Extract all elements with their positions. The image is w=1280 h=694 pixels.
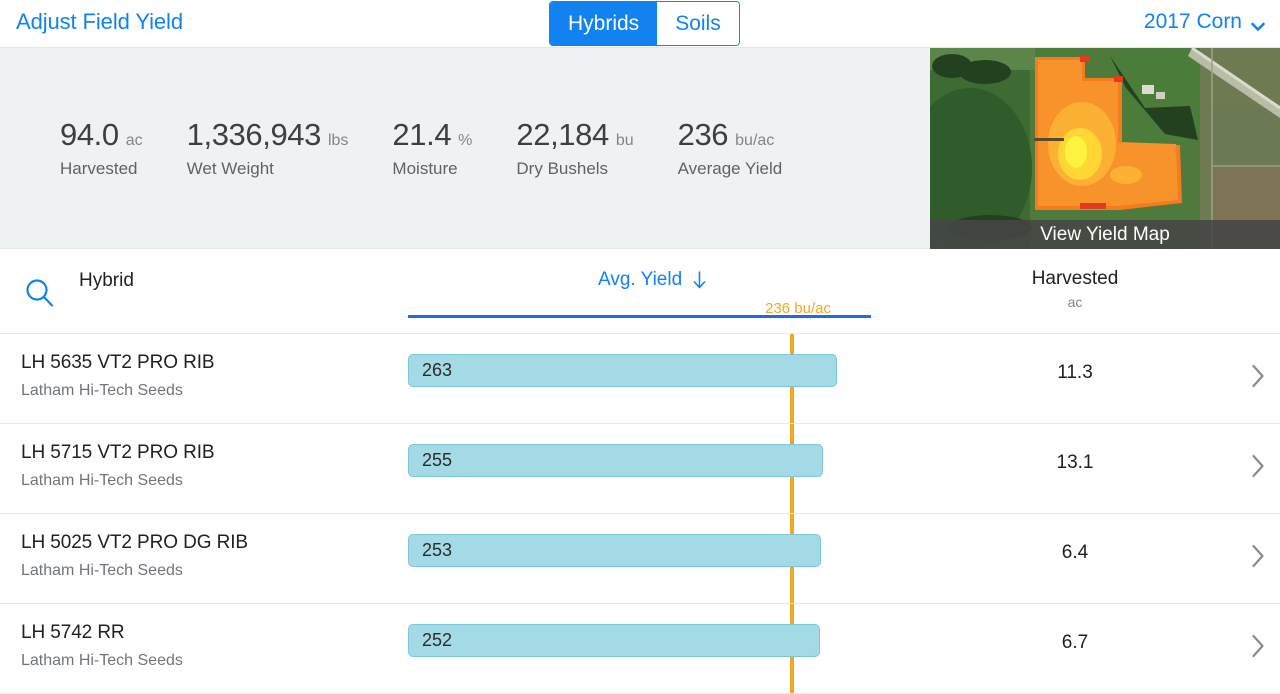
stat-harvested-label: Harvested bbox=[60, 159, 137, 179]
yield-axis-line bbox=[408, 315, 871, 318]
stat-dry-bushels-label: Dry Bushels bbox=[516, 159, 608, 179]
field-summary-panel: 94.0 ac Harvested 1,336,943 lbs Wet Weig… bbox=[0, 47, 1280, 249]
table-header: Hybrid Avg. Yield Harvested ac 236 bu/ac bbox=[0, 249, 1280, 334]
column-header-avg-yield-label: Avg. Yield bbox=[598, 269, 682, 291]
row-hybrid-info: LH 5742 RR Latham Hi-Tech Seeds bbox=[21, 622, 183, 670]
stat-wet-weight-value-row: 1,336,943 lbs bbox=[187, 117, 349, 153]
stat-dry-bushels-value-row: 22,184 bu bbox=[516, 117, 633, 153]
stat-harvested-value: 94.0 bbox=[60, 117, 119, 153]
row-hybrid-info: LH 5025 VT2 PRO DG RIB Latham Hi-Tech Se… bbox=[21, 532, 248, 580]
stat-moisture-label: Moisture bbox=[392, 159, 457, 179]
column-header-harvested: Harvested bbox=[975, 268, 1175, 290]
tab-hybrids[interactable]: Hybrids bbox=[550, 2, 657, 45]
stats-row: 94.0 ac Harvested 1,336,943 lbs Wet Weig… bbox=[0, 48, 935, 248]
stat-moisture: 21.4 % Moisture bbox=[392, 117, 472, 179]
row-yield-bar: 255 bbox=[408, 444, 823, 477]
row-yield-value: 255 bbox=[409, 450, 452, 471]
stat-moisture-value-row: 21.4 % bbox=[392, 117, 472, 153]
stat-dry-bushels-value: 22,184 bbox=[516, 117, 608, 153]
row-harvested-value: 6.4 bbox=[975, 542, 1175, 564]
stat-harvested-unit: ac bbox=[126, 132, 143, 150]
row-yield-value: 253 bbox=[409, 540, 452, 561]
table-row[interactable]: LH 5635 VT2 PRO RIB Latham Hi-Tech Seeds… bbox=[0, 334, 1280, 424]
row-hybrid-name: LH 5635 VT2 PRO RIB bbox=[21, 352, 214, 374]
stat-dry-bushels: 22,184 bu Dry Bushels bbox=[516, 117, 633, 179]
stat-average-yield-unit: bu/ac bbox=[735, 132, 774, 150]
row-hybrid-brand: Latham Hi-Tech Seeds bbox=[21, 652, 183, 670]
sort-descending-icon bbox=[692, 271, 707, 289]
stat-average-yield: 236 bu/ac Average Yield bbox=[678, 117, 783, 179]
column-header-harvested-unit: ac bbox=[975, 294, 1175, 310]
chevron-right-icon[interactable] bbox=[1251, 634, 1265, 658]
top-bar: Adjust Field Yield Hybrids Soils 2017 Co… bbox=[0, 0, 1280, 47]
row-harvested-value: 11.3 bbox=[975, 362, 1175, 384]
row-harvested-value: 13.1 bbox=[975, 452, 1175, 474]
page-title: Adjust Field Yield bbox=[16, 9, 183, 35]
row-hybrid-info: LH 5635 VT2 PRO RIB Latham Hi-Tech Seeds bbox=[21, 352, 214, 400]
chevron-right-icon[interactable] bbox=[1251, 364, 1265, 388]
view-mode-segmented-control[interactable]: Hybrids Soils bbox=[549, 1, 740, 46]
table-row[interactable]: LH 5025 VT2 PRO DG RIB Latham Hi-Tech Se… bbox=[0, 514, 1280, 604]
row-yield-bar: 253 bbox=[408, 534, 821, 567]
yield-map-thumbnail[interactable]: View Yield Map bbox=[930, 48, 1280, 250]
stat-harvested-value-row: 94.0 ac bbox=[60, 117, 143, 153]
column-header-avg-yield[interactable]: Avg. Yield bbox=[598, 269, 707, 291]
search-icon[interactable] bbox=[24, 277, 55, 308]
row-harvested-value: 6.7 bbox=[975, 632, 1175, 654]
stat-wet-weight-unit: lbs bbox=[328, 132, 348, 150]
row-yield-bar: 252 bbox=[408, 624, 820, 657]
row-hybrid-brand: Latham Hi-Tech Seeds bbox=[21, 562, 248, 580]
row-hybrid-brand: Latham Hi-Tech Seeds bbox=[21, 472, 214, 490]
row-hybrid-info: LH 5715 VT2 PRO RIB Latham Hi-Tech Seeds bbox=[21, 442, 214, 490]
season-selector[interactable]: 2017 Corn bbox=[1144, 10, 1265, 34]
stat-moisture-unit: % bbox=[458, 132, 472, 150]
row-hybrid-name: LH 5025 VT2 PRO DG RIB bbox=[21, 532, 248, 554]
row-yield-value: 263 bbox=[409, 360, 452, 381]
chevron-right-icon[interactable] bbox=[1251, 544, 1265, 568]
column-header-hybrid: Hybrid bbox=[79, 270, 134, 292]
row-hybrid-name: LH 5742 RR bbox=[21, 622, 183, 644]
tab-soils[interactable]: Soils bbox=[657, 2, 739, 45]
stat-average-yield-value: 236 bbox=[678, 117, 729, 153]
chevron-right-icon[interactable] bbox=[1251, 454, 1265, 478]
row-hybrid-brand: Latham Hi-Tech Seeds bbox=[21, 382, 214, 400]
table-row[interactable]: LH 5742 RR Latham Hi-Tech Seeds 252 6.7 bbox=[0, 604, 1280, 694]
row-yield-bar: 263 bbox=[408, 354, 837, 387]
stat-wet-weight-value: 1,336,943 bbox=[187, 117, 321, 153]
stat-average-yield-value-row: 236 bu/ac bbox=[678, 117, 775, 153]
stat-wet-weight: 1,336,943 lbs Wet Weight bbox=[187, 117, 349, 179]
table-row[interactable]: LH 5715 VT2 PRO RIB Latham Hi-Tech Seeds… bbox=[0, 424, 1280, 514]
stat-dry-bushels-unit: bu bbox=[616, 132, 634, 150]
row-yield-value: 252 bbox=[409, 630, 452, 651]
row-hybrid-name: LH 5715 VT2 PRO RIB bbox=[21, 442, 214, 464]
stat-average-yield-label: Average Yield bbox=[678, 159, 783, 179]
stat-wet-weight-label: Wet Weight bbox=[187, 159, 274, 179]
stat-harvested: 94.0 ac Harvested bbox=[60, 117, 143, 179]
hybrid-list: LH 5635 VT2 PRO RIB Latham Hi-Tech Seeds… bbox=[0, 334, 1280, 694]
season-label: 2017 Corn bbox=[1144, 10, 1242, 34]
stat-moisture-value: 21.4 bbox=[392, 117, 451, 153]
chevron-down-icon bbox=[1251, 16, 1265, 30]
view-yield-map-label[interactable]: View Yield Map bbox=[930, 220, 1280, 250]
